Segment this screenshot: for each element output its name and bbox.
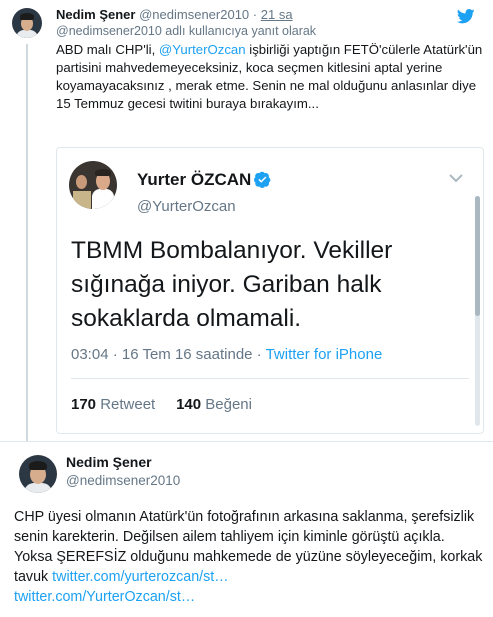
retweet-label[interactable]: Retweet (96, 396, 155, 413)
embedded-tweet-card[interactable]: Yurter ÖZCAN @YurterOzcan TBMM Bombalanı… (56, 147, 484, 434)
tweet-header: Nedim Şener @nedimsener2010 · 21 sa (56, 7, 293, 22)
author-name[interactable]: Nedim Şener (66, 454, 152, 470)
avatar[interactable] (12, 8, 42, 38)
twitter-bird-icon[interactable] (457, 9, 475, 24)
chevron-down-icon[interactable] (449, 173, 463, 183)
tweet-text: ABD malı CHP'li, @YurterOzcan işbirliği … (56, 41, 484, 113)
verified-badge-icon (254, 171, 271, 188)
tweet-link[interactable]: twitter.com/YurterOzcan/st… (14, 589, 195, 605)
engagement-stats: 170 Retweet 140 Beğeni (71, 396, 252, 413)
tweet-timestamp[interactable]: 21 sa (261, 7, 293, 22)
tweet-text-part: ABD malı CHP'li, (56, 42, 159, 57)
embedded-tweet-text: TBMM Bombalanıyor. Vekiller sığınağa ini… (71, 237, 393, 332)
embedded-timestamp[interactable]: 03:04 · 16 Tem 16 saatinde · (71, 346, 266, 363)
author-handle[interactable]: @nedimsener2010 (66, 473, 180, 488)
tweet-text: CHP üyesi olmanın Atatürk'ün fotoğrafını… (14, 507, 484, 607)
reply-context: @nedimsener2010 adlı kullanıcıya yanıt o… (56, 24, 317, 38)
scrollbar-thumb[interactable] (475, 196, 480, 316)
author-handle[interactable]: @nedimsener2010 (139, 7, 249, 22)
tweet-separator (0, 441, 493, 442)
avatar[interactable] (19, 455, 57, 493)
embedded-tweet-meta: 03:04 · 16 Tem 16 saatinde · Twitter for… (71, 346, 382, 363)
like-label[interactable]: Beğeni (201, 396, 252, 413)
embedded-avatar[interactable] (69, 161, 117, 209)
source-link[interactable]: Twitter for iPhone (266, 346, 383, 363)
tweet-link[interactable]: twitter.com/yurterozcan/st… (52, 569, 228, 585)
like-count[interactable]: 140 (176, 396, 201, 413)
reply-tweet[interactable]: Nedim Şener @nedimsener2010 · 21 sa @ned… (0, 0, 493, 440)
author-name[interactable]: Nedim Şener (56, 7, 135, 22)
embedded-author-name-text: Yurter ÖZCAN (137, 170, 252, 189)
separator-dot: · (252, 7, 258, 22)
mention-link[interactable]: @YurterOzcan (159, 42, 246, 57)
divider (71, 378, 469, 379)
retweet-count[interactable]: 170 (71, 396, 96, 413)
embedded-author-handle[interactable]: @YurterOzcan (137, 198, 236, 215)
embedded-author-name[interactable]: Yurter ÖZCAN (137, 170, 271, 190)
